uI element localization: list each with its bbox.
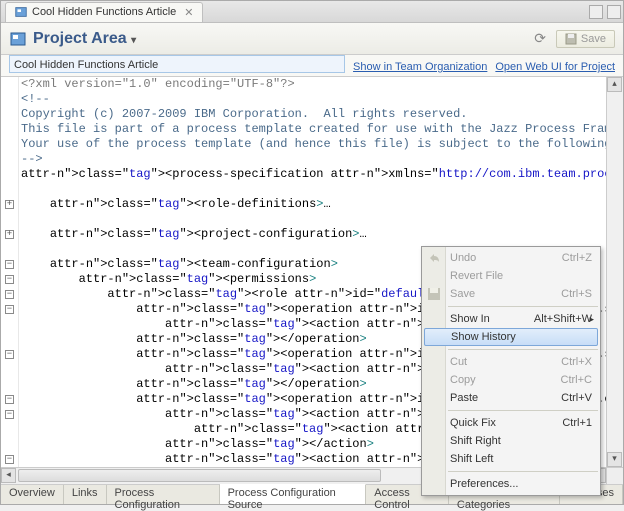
- page-title[interactable]: Project Area ▾: [33, 30, 524, 48]
- open-webui-link[interactable]: Open Web UI for Project: [495, 61, 615, 73]
- fold-toggle[interactable]: −: [5, 410, 14, 419]
- bottom-tab-overview[interactable]: Overview: [1, 485, 64, 504]
- save-icon: [565, 33, 577, 45]
- fold-toggle[interactable]: +: [5, 200, 14, 209]
- menu-item-show-history[interactable]: Show History: [424, 328, 598, 346]
- form-header: Project Area ▾ ⟳ Save: [1, 23, 623, 55]
- menu-separator: [448, 349, 598, 350]
- bottom-tab-process-configuration[interactable]: Process Configuration: [107, 485, 220, 504]
- title-input[interactable]: Cool Hidden Functions Article: [9, 55, 345, 73]
- fold-toggle[interactable]: +: [5, 230, 14, 239]
- undo-icon: [426, 250, 442, 266]
- menu-item-paste[interactable]: PasteCtrl+V: [422, 389, 600, 407]
- scroll-corner: [606, 467, 623, 484]
- menu-item-shift-right[interactable]: Shift Right: [422, 432, 600, 450]
- editor-tab-bar: Cool Hidden Functions Article ✕: [1, 1, 623, 23]
- save-icon: [426, 286, 442, 302]
- dropdown-icon: ▾: [131, 35, 136, 46]
- fold-toggle[interactable]: −: [5, 275, 14, 284]
- scroll-up-icon[interactable]: ▴: [607, 77, 622, 92]
- scroll-down-icon[interactable]: ▾: [607, 452, 622, 467]
- editor-tab-label: Cool Hidden Functions Article: [32, 6, 176, 18]
- menu-item-shift-left[interactable]: Shift Left: [422, 450, 600, 468]
- fold-toggle[interactable]: −: [5, 395, 14, 404]
- menu-item-revert-file: Revert File: [422, 267, 600, 285]
- bottom-tab-process-configuration-source[interactable]: Process Configuration Source: [220, 484, 367, 504]
- menu-item-cut: CutCtrl+X: [422, 353, 600, 371]
- menu-item-quick-fix[interactable]: Quick FixCtrl+1: [422, 414, 600, 432]
- menu-item-show-in[interactable]: Show InAlt+Shift+W▸: [422, 310, 600, 328]
- fold-toggle[interactable]: −: [5, 260, 14, 269]
- bottom-tab-links[interactable]: Links: [64, 485, 107, 504]
- project-area-icon: [9, 30, 27, 48]
- fold-toggle[interactable]: −: [5, 305, 14, 314]
- sub-header: Cool Hidden Functions Article Show in Te…: [1, 55, 623, 77]
- minimize-button[interactable]: [589, 5, 603, 19]
- maximize-button[interactable]: [607, 5, 621, 19]
- refresh-button[interactable]: ⟳: [530, 30, 550, 47]
- close-icon[interactable]: ✕: [184, 6, 193, 19]
- project-area-icon: [14, 5, 28, 19]
- scroll-left-icon[interactable]: ◂: [1, 468, 16, 483]
- menu-separator: [448, 471, 598, 472]
- fold-toggle[interactable]: −: [5, 350, 14, 359]
- save-button[interactable]: Save: [556, 30, 615, 48]
- menu-item-copy: CopyCtrl+C: [422, 371, 600, 389]
- menu-item-save: SaveCtrl+S: [422, 285, 600, 303]
- editor-tab[interactable]: Cool Hidden Functions Article ✕: [5, 2, 203, 22]
- scroll-thumb[interactable]: [18, 469, 381, 482]
- menu-separator: [448, 306, 598, 307]
- fold-toggle[interactable]: −: [5, 455, 14, 464]
- menu-item-preferences[interactable]: Preferences...: [422, 475, 600, 493]
- context-menu: UndoCtrl+ZRevert FileSaveCtrl+S Show InAl…: [421, 246, 601, 496]
- fold-gutter[interactable]: + + − − − − − − − −: [1, 77, 19, 467]
- submenu-arrow-icon: ▸: [589, 314, 594, 325]
- menu-separator: [448, 410, 598, 411]
- vertical-scrollbar[interactable]: ▴ ▾: [606, 77, 623, 467]
- show-in-team-link[interactable]: Show in Team Organization: [353, 61, 487, 73]
- menu-item-undo: UndoCtrl+Z: [422, 249, 600, 267]
- fold-toggle[interactable]: −: [5, 290, 14, 299]
